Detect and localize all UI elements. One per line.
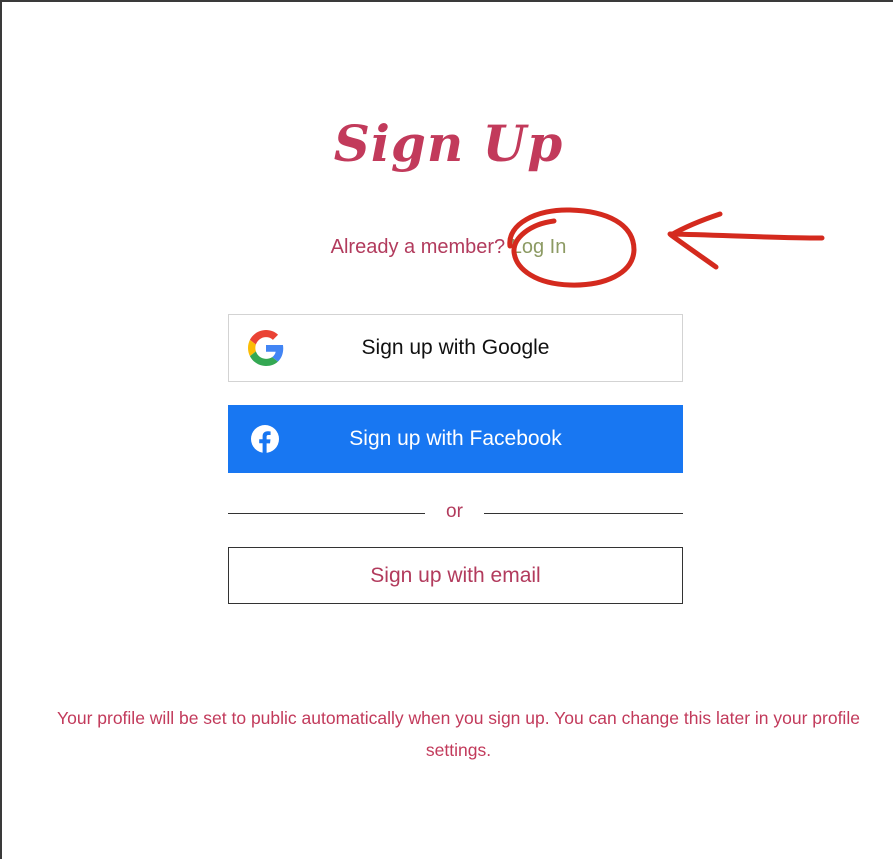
email-signup-label: Sign up with email	[370, 563, 541, 587]
google-signup-button[interactable]: Sign up with Google	[228, 314, 683, 382]
divider-line-left	[228, 513, 425, 514]
facebook-signup-button[interactable]: Sign up with Facebook	[228, 405, 683, 473]
member-prompt-line: Already a member? Log In	[2, 236, 893, 259]
facebook-icon	[246, 420, 284, 458]
public-profile-notice: Your profile will be set to public autom…	[57, 708, 860, 760]
or-divider: or	[228, 501, 683, 527]
page-title: Sign Up	[333, 114, 564, 173]
google-icon	[247, 329, 285, 367]
member-prompt-text: Already a member?	[330, 236, 506, 258]
google-signup-label: Sign up with Google	[361, 336, 550, 359]
divider-line-right	[484, 513, 683, 514]
facebook-signup-label: Sign up with Facebook	[349, 427, 562, 450]
email-signup-button[interactable]: Sign up with email	[228, 547, 683, 604]
divider-or-text: or	[446, 501, 463, 522]
login-link[interactable]: Log In	[511, 236, 567, 258]
page-frame: Sign Up Already a member? Log In Sign up…	[0, 0, 893, 859]
